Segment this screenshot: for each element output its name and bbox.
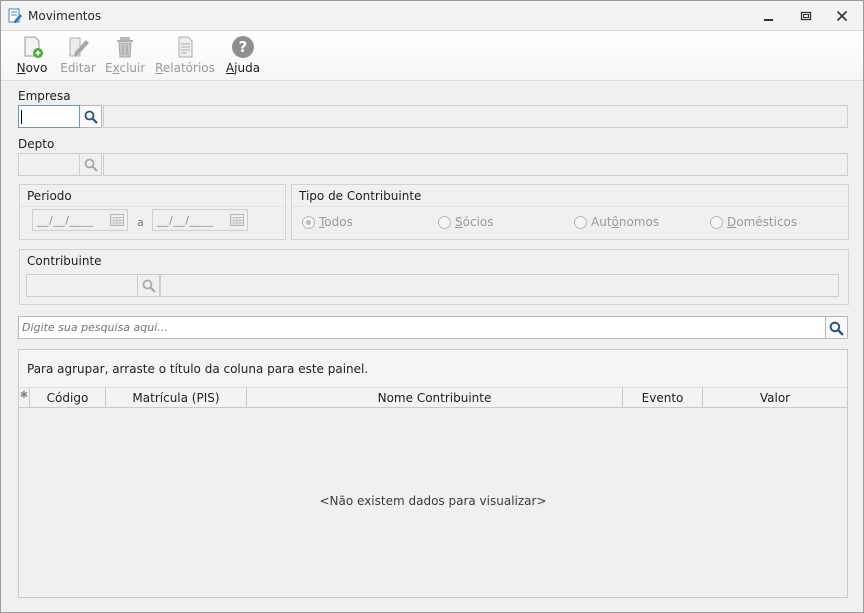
depto-name-field: [103, 153, 848, 176]
new-document-icon: [24, 36, 43, 58]
search-icon: [84, 110, 98, 124]
radio-domesticos-label: Domésticos: [727, 215, 798, 229]
excluir-label: Excluir: [105, 61, 146, 75]
movimentos-window: Movimentos Novo Editar Excluir Relatório…: [0, 0, 864, 613]
editar-label: Editar: [60, 61, 96, 75]
pencil-icon: [69, 37, 89, 57]
title-bar[interactable]: Movimentos: [1, 1, 863, 31]
radio-autonomos-label: Autônomos: [591, 215, 660, 229]
report-icon: [178, 36, 193, 58]
svg-text:?: ?: [239, 38, 248, 56]
periodo-start-calendar-button[interactable]: [106, 209, 128, 231]
editar-button[interactable]: Editar: [60, 35, 96, 79]
contribuinte-lookup-button[interactable]: [138, 274, 160, 297]
group-by-panel[interactable]: Para agrupar, arraste o título da coluna…: [19, 350, 847, 388]
search-icon: [142, 279, 156, 293]
column-header-matricula[interactable]: Matrícula (PIS): [106, 388, 247, 407]
grid-search-input[interactable]: [18, 316, 826, 339]
radio-todos-label: Todos: [319, 215, 353, 229]
toolbar: Novo Editar Excluir Relatórios ? Ajuda: [1, 31, 863, 81]
novo-button[interactable]: Novo: [15, 35, 49, 79]
close-icon: [836, 10, 848, 22]
column-header-codigo[interactable]: Código: [30, 388, 106, 407]
contribuinte-code-input[interactable]: [26, 274, 138, 297]
excluir-button[interactable]: Excluir: [105, 35, 145, 79]
depto-code-input[interactable]: [18, 153, 80, 176]
radio-selected-icon: [302, 216, 315, 229]
radio-unselected-icon: [710, 216, 723, 229]
tipo-contribuinte-group: Tipo de Contribuinte: [291, 184, 849, 240]
ajuda-button[interactable]: ? Ajuda: [224, 35, 262, 79]
text-caret: [21, 110, 22, 124]
empresa-label: Empresa: [18, 89, 71, 103]
depto-label: Depto: [18, 137, 55, 151]
radio-autonomos[interactable]: Autônomos: [574, 215, 664, 231]
radio-todos[interactable]: Todos: [302, 215, 362, 231]
empresa-lookup-button[interactable]: [80, 105, 102, 128]
relatorios-button[interactable]: Relatórios: [155, 35, 215, 79]
calendar-icon: [109, 214, 124, 226]
close-button[interactable]: [831, 7, 853, 25]
row-indicator-icon[interactable]: ✱: [19, 388, 30, 407]
radio-unselected-icon: [574, 216, 587, 229]
empresa-name-field: [103, 105, 848, 128]
radio-unselected-icon: [438, 216, 451, 229]
minimize-icon: [764, 19, 773, 21]
restore-button[interactable]: [795, 7, 817, 25]
column-header-evento[interactable]: Evento: [623, 388, 703, 407]
novo-label: Novo: [16, 61, 48, 75]
movimentos-grid[interactable]: Para agrupar, arraste o título da coluna…: [18, 349, 848, 598]
search-icon: [829, 321, 844, 336]
column-header-nome-contribuinte[interactable]: Nome Contribuinte: [247, 388, 623, 407]
radio-socios[interactable]: Sócios: [438, 215, 498, 231]
tipo-contribuinte-title: Tipo de Contribuinte: [292, 185, 848, 207]
calendar-icon: [229, 214, 244, 226]
grid-search-button[interactable]: [826, 316, 848, 339]
contribuinte-name-field: [160, 274, 839, 297]
periodo-separator: a: [137, 216, 144, 229]
relatorios-label: Relatórios: [155, 61, 215, 75]
column-header-valor[interactable]: Valor: [703, 388, 847, 407]
trash-icon: [117, 37, 133, 58]
restore-icon: [800, 11, 812, 21]
radio-domesticos[interactable]: Domésticos: [710, 215, 800, 231]
depto-lookup-button[interactable]: [80, 153, 102, 176]
help-icon: ?: [232, 36, 254, 58]
periodo-end-calendar-button[interactable]: [226, 209, 248, 231]
radio-socios-label: Sócios: [455, 215, 494, 229]
grid-empty-message: <Não existem dados para visualizar>: [319, 494, 547, 508]
periodo-title: Periodo: [20, 185, 285, 207]
minimize-button[interactable]: [758, 7, 780, 25]
empresa-code-input[interactable]: [18, 105, 80, 128]
contribuinte-title: Contribuinte: [27, 254, 102, 268]
search-icon: [84, 158, 98, 172]
ajuda-label: Ajuda: [225, 61, 261, 75]
window-title: Movimentos: [28, 9, 102, 23]
document-edit-icon: [7, 8, 23, 24]
grid-header-row: ✱ Código Matrícula (PIS) Nome Contribuin…: [19, 388, 847, 408]
